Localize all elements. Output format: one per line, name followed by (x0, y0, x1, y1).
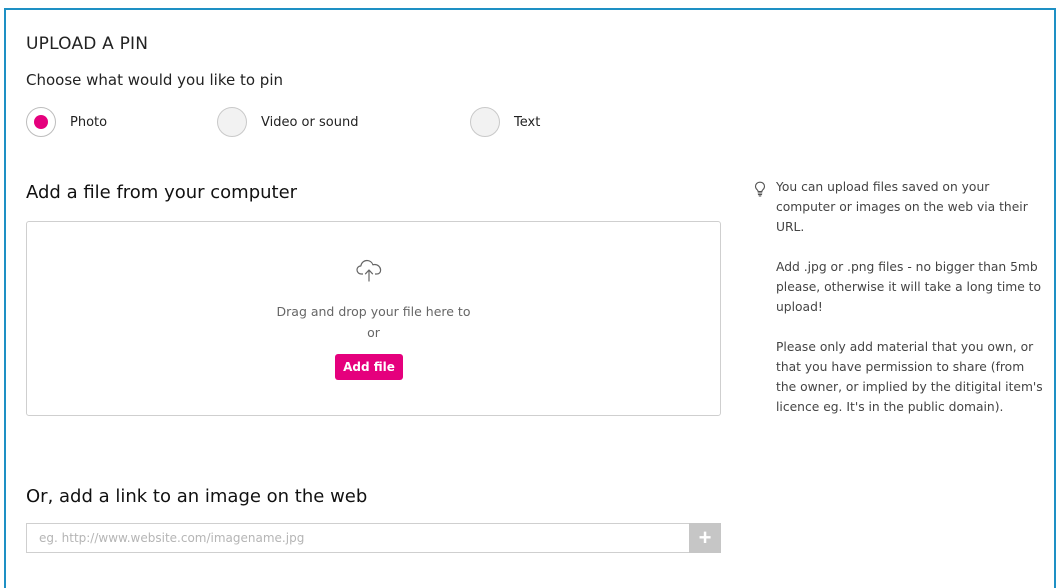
drop-or-text: or (367, 325, 380, 340)
radio-option-video[interactable]: Video or sound (217, 105, 358, 139)
tip-text: Add .jpg or .png files - no bigger than … (776, 260, 1042, 314)
upload-tips: You can upload files saved on your compu… (754, 177, 1054, 437)
add-file-button[interactable]: Add file (335, 354, 403, 380)
image-url-input[interactable] (26, 523, 689, 553)
radio-button-text[interactable] (470, 107, 500, 137)
add-url-button[interactable]: + (689, 523, 721, 553)
radio-label-video: Video or sound (261, 114, 359, 130)
radio-button-video[interactable] (217, 107, 247, 137)
radio-option-text[interactable]: Text (470, 105, 540, 139)
tip-text: Please only add material that you own, o… (776, 340, 1043, 414)
radio-option-photo[interactable]: Photo (26, 105, 107, 139)
pin-type-prompt: Choose what would you like to pin (26, 71, 284, 89)
upload-section-title: Add a file from your computer (26, 182, 298, 203)
link-section-title: Or, add a link to an image on the web (26, 486, 368, 507)
page-title: UPLOAD A PIN (26, 34, 149, 54)
radio-label-text: Text (514, 114, 541, 130)
radio-selected-dot (34, 115, 48, 129)
drop-instruction: Drag and drop your file here to (276, 304, 471, 319)
plus-icon: + (698, 525, 712, 550)
radio-button-photo[interactable] (26, 107, 56, 137)
tip-text: You can upload files saved on your compu… (776, 180, 1028, 234)
cloud-upload-icon (356, 259, 382, 282)
radio-label-photo: Photo (70, 114, 108, 130)
